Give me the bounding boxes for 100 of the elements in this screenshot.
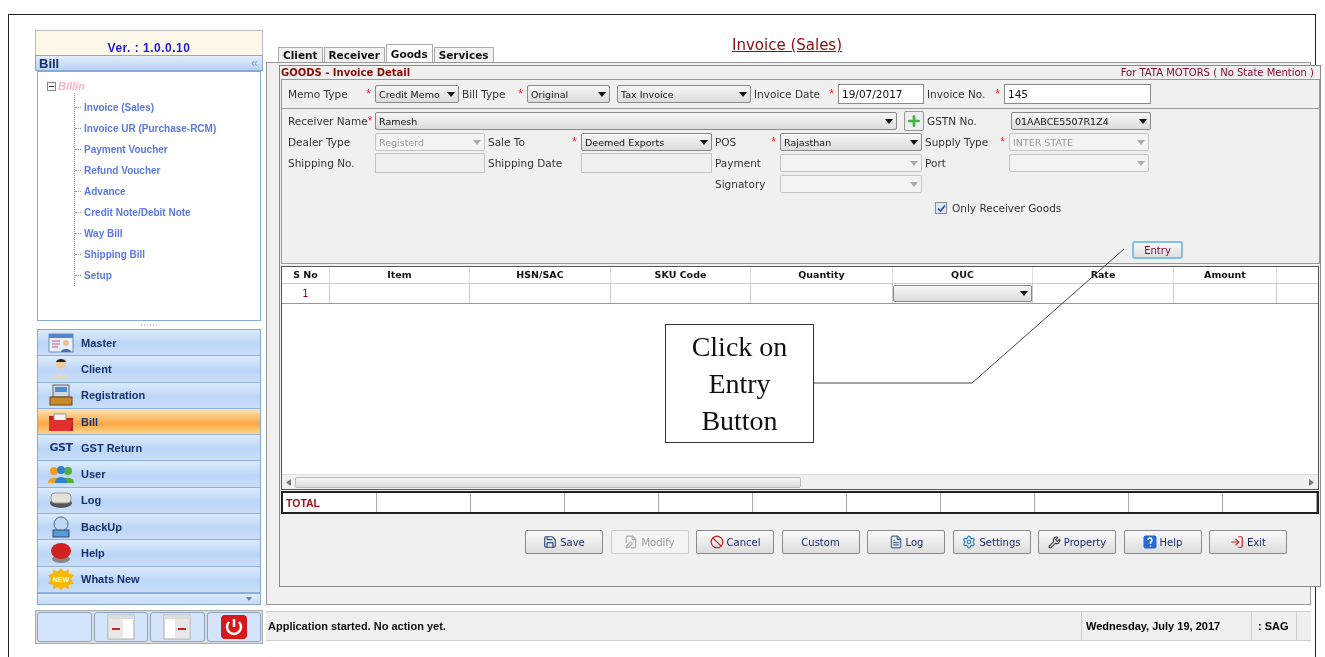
toolbar-button[interactable] (150, 611, 205, 642)
tree-item[interactable]: Shipping Bill (84, 249, 146, 260)
pane-left-icon (106, 613, 135, 640)
add-button[interactable] (904, 111, 924, 131)
checkbox[interactable] (935, 202, 947, 214)
tree-item[interactable]: Advance (84, 186, 126, 197)
tree-item[interactable]: Credit Note/Debit Note (84, 207, 191, 218)
dropdown-caret-icon (447, 91, 455, 97)
input-field[interactable]: 19/07/2017 (838, 84, 924, 104)
field-label: Receiver Name (288, 115, 368, 127)
scroll-left-icon[interactable] (286, 478, 291, 486)
scroll-down-icon[interactable] (246, 596, 252, 601)
tab[interactable]: Receiver (323, 47, 385, 62)
field-label: Bill Type (462, 88, 506, 100)
nav-item[interactable]: Help (38, 540, 260, 567)
field-label: Memo Type (288, 88, 348, 100)
required-mark: * (572, 135, 577, 149)
field-label: Shipping No. (288, 157, 355, 169)
status-user: : SAG (1251, 612, 1296, 640)
action-button[interactable]: Property (1038, 530, 1116, 554)
action-button[interactable]: Save (525, 530, 603, 554)
save-icon (543, 535, 558, 549)
help-icon (1142, 535, 1157, 549)
tab[interactable]: Client (278, 47, 323, 62)
dropdown[interactable]: Tax Invoice (617, 85, 751, 103)
dropdown[interactable]: Deemed Exports (581, 133, 712, 151)
total-label: TOTAL (283, 493, 377, 512)
edit-icon (624, 535, 639, 549)
entry-button[interactable]: Entry (1132, 241, 1183, 259)
tree-item[interactable]: Setup (84, 270, 112, 281)
card-person-icon (48, 332, 74, 353)
column-header: Rate (1033, 267, 1174, 283)
person-icon (51, 357, 71, 380)
tree-item[interactable]: Payment Voucher (84, 144, 168, 155)
toolbar-button[interactable] (206, 611, 261, 642)
dropdown[interactable] (893, 285, 1032, 302)
field-label: Payment (715, 157, 761, 169)
dropdown-caret-icon (473, 139, 481, 145)
dropdown-caret-icon (739, 91, 747, 97)
nav-item[interactable]: Bill (38, 408, 260, 436)
column-header: Item (330, 267, 470, 283)
dropdown[interactable]: Rajasthan (780, 133, 922, 151)
dropdown-caret-icon (910, 160, 918, 166)
nav-item[interactable]: BackUp (38, 514, 260, 541)
row-number: 1 (282, 284, 330, 303)
field-label: Dealer Type (288, 136, 351, 148)
company-note: For TATA MOTORS ( No State Mention ) (1120, 67, 1314, 78)
backup-icon (50, 515, 72, 538)
field-label: Signatory (715, 178, 766, 190)
tab[interactable]: Services (433, 47, 494, 62)
dropdown-caret-icon (700, 139, 708, 145)
section-title: GOODS - Invoice Detail (281, 67, 411, 78)
horizontal-scrollbar[interactable] (282, 474, 1318, 489)
gst-logo: GST (49, 441, 73, 455)
device-icon (49, 491, 73, 510)
version-label: Ver. : 1.0.0.10 (107, 41, 191, 55)
check-icon (936, 203, 946, 213)
dropdown[interactable]: Credit Memo (375, 85, 459, 103)
scroll-right-icon[interactable] (1309, 478, 1314, 486)
field-label: Invoice Date (754, 88, 820, 100)
tree-item[interactable]: Way Bill (84, 228, 123, 239)
page-title: Invoice (Sales) (732, 36, 843, 54)
dropdown[interactable]: Ramesh (375, 112, 897, 130)
tree-item[interactable]: Invoice (Sales) (84, 102, 155, 113)
dropdown-caret-icon (1137, 160, 1145, 166)
action-button[interactable]: Help (1123, 530, 1202, 554)
dropdown-caret-icon (910, 181, 918, 187)
tree-item[interactable]: Refund Voucher (84, 165, 161, 176)
nav-item[interactable]: Client (38, 356, 260, 383)
document-icon (888, 535, 903, 549)
nav-item[interactable]: Master (38, 330, 260, 357)
nav-item[interactable]: Registration (38, 382, 260, 409)
dropdown-caret-icon (885, 118, 893, 124)
cash-register-icon (48, 384, 74, 407)
status-message: Application started. No action yet. (267, 619, 447, 634)
action-button[interactable]: Cancel (696, 530, 774, 554)
action-button[interactable]: Log (867, 530, 945, 554)
toolbar-button[interactable] (93, 611, 148, 642)
collapse-icon[interactable] (47, 81, 56, 91)
exit-icon (1230, 535, 1245, 549)
input-field[interactable]: 145 (1004, 84, 1151, 104)
pane-right-icon (163, 613, 192, 640)
dropdown-caret-icon (598, 91, 606, 97)
required-mark: * (366, 87, 371, 101)
column-header: S No (282, 267, 330, 283)
action-button[interactable]: Exit (1209, 530, 1287, 554)
tree-item[interactable]: Invoice UR (Purchase-RCM) (84, 123, 217, 134)
action-button[interactable]: Settings (952, 530, 1031, 554)
field-label: POS (715, 136, 737, 148)
nav-item[interactable]: Log (38, 487, 260, 515)
nav-item[interactable]: GST GST Return (38, 435, 260, 462)
push-button-icon (49, 542, 73, 564)
required-mark: * (995, 87, 1000, 101)
dropdown[interactable]: Original (527, 85, 610, 103)
field-label: Invoice No. (927, 88, 986, 100)
action-button[interactable]: Custom (781, 530, 860, 554)
dropdown[interactable]: 01AABCE5507R1Z4 (1011, 112, 1151, 130)
tab[interactable]: Goods (385, 44, 433, 62)
required-mark: * (367, 114, 373, 128)
nav-item[interactable]: User (38, 461, 260, 488)
